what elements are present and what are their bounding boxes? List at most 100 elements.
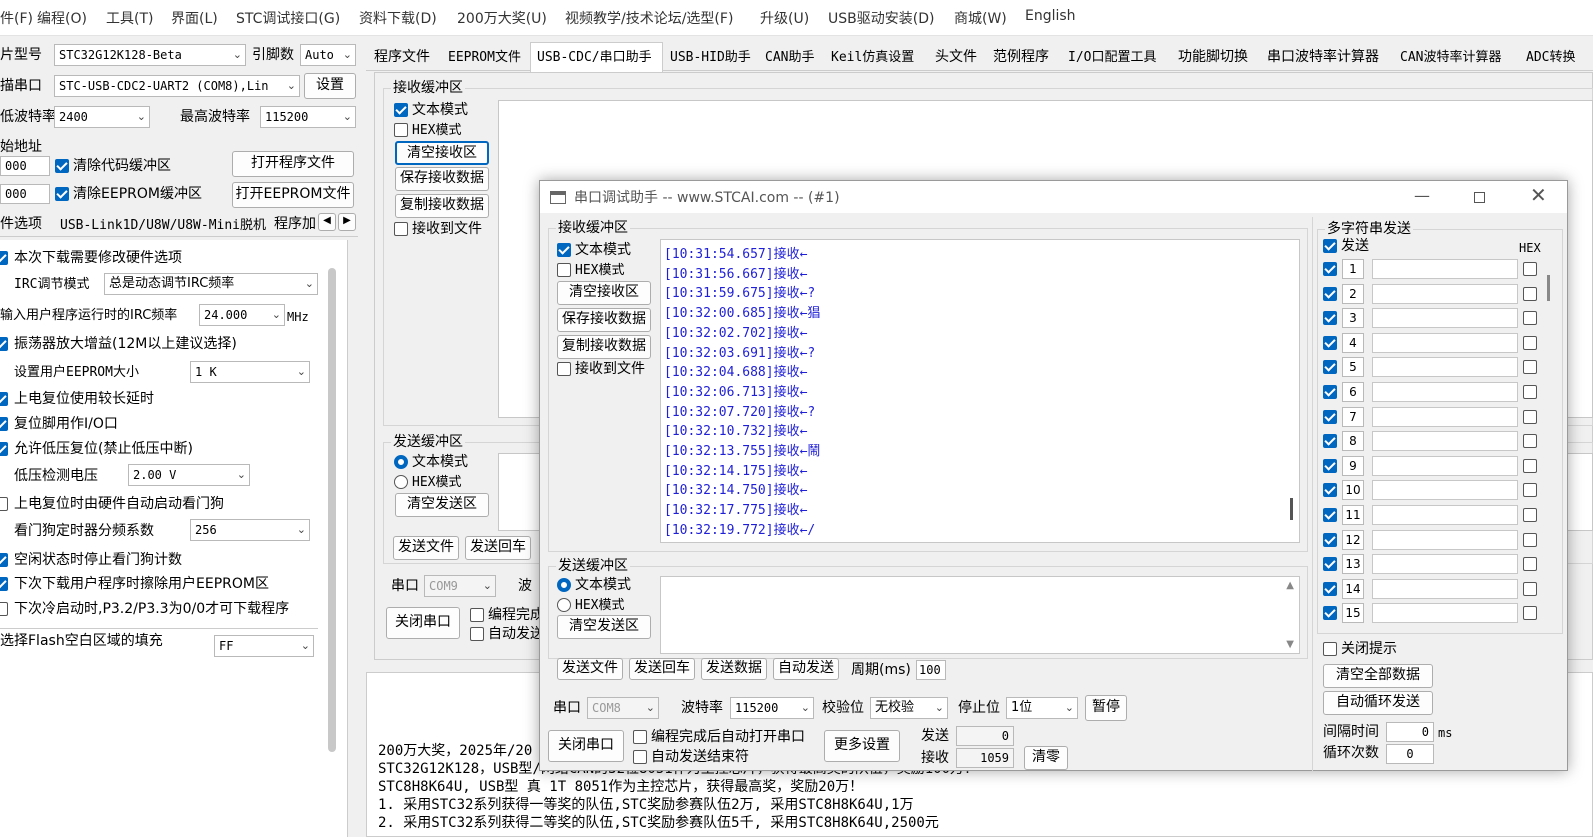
multi-row-checkbox[interactable]: [1323, 508, 1337, 522]
menu-shop[interactable]: 商城(W): [954, 8, 1007, 28]
multi-row-input[interactable]: [1372, 357, 1518, 378]
port-select[interactable]: STC-USB-CDC2-UART2 (COM8),Lin ⌄: [54, 75, 300, 97]
multi-row-checkbox[interactable]: [1323, 262, 1337, 276]
multi-row-hex-checkbox[interactable]: [1523, 483, 1537, 498]
multi-row-input[interactable]: [1372, 554, 1518, 575]
multi-row-number[interactable]: 6: [1342, 382, 1364, 402]
dlg-clear-count-button[interactable]: 清零: [1024, 746, 1068, 770]
multi-row-hex-checkbox[interactable]: [1523, 606, 1537, 621]
idle-wdt-checkbox[interactable]: [0, 553, 8, 567]
multi-row-number[interactable]: 14: [1342, 578, 1364, 599]
clear-code-checkbox[interactable]: [55, 159, 69, 173]
bg-auto-open-checkbox[interactable]: [470, 608, 484, 622]
minimize-icon[interactable]: —: [1414, 187, 1430, 205]
tab-can-baud[interactable]: CAN波特率计算器: [1400, 46, 1501, 65]
multi-row-number[interactable]: 12: [1342, 529, 1364, 550]
irc-freq-select[interactable]: 24.000 ⌄: [199, 304, 285, 326]
dlg-clear-send-button[interactable]: 清空发送区: [557, 615, 651, 639]
dialog-titlebar[interactable]: 串口调试助手 -- www.STCAI.com -- (#1) — ✕: [540, 181, 1567, 213]
interval-input[interactable]: 0: [1386, 722, 1434, 742]
dlg-recv-textarea[interactable]: [10:31:54.657]接收← [10:31:56.667]接收← [10:31…: [660, 239, 1300, 543]
multi-row-checkbox[interactable]: [1323, 335, 1337, 350]
bg-save-recv-button[interactable]: 保存接收数据: [395, 167, 489, 191]
menu-usb-driver[interactable]: USB驱动安装(D): [828, 8, 934, 28]
bg-text-mode-checkbox[interactable]: [394, 103, 408, 117]
close-icon[interactable]: ✕: [1530, 185, 1547, 205]
menu-prize[interactable]: 200万大奖(U): [457, 8, 547, 28]
clear-all-button[interactable]: 清空全部数据: [1323, 664, 1433, 688]
dlg-send-hex-radio[interactable]: [557, 598, 571, 612]
dlg-send-data-button[interactable]: 发送数据: [701, 658, 767, 680]
tab-eeprom-file[interactable]: EEPROM文件: [448, 46, 521, 65]
multi-row-checkbox[interactable]: [1323, 434, 1337, 449]
modify-hw-checkbox[interactable]: [0, 251, 8, 265]
multi-row-hex-checkbox[interactable]: [1523, 434, 1537, 449]
open-program-file-button[interactable]: 打开程序文件: [232, 151, 354, 177]
open-eeprom-file-button[interactable]: 打开EEPROM文件: [232, 182, 354, 208]
subtab-hw-options[interactable]: 件选项: [0, 215, 42, 233]
dlg-send-text-radio[interactable]: [557, 578, 571, 592]
multi-row-checkbox[interactable]: [1323, 409, 1337, 424]
settings-button[interactable]: 设置: [304, 73, 356, 99]
subtab-program-encrypt[interactable]: 程序加: [274, 215, 316, 233]
multi-row-checkbox[interactable]: [1323, 581, 1337, 596]
multi-row-number[interactable]: 3: [1342, 308, 1364, 329]
multi-row-input[interactable]: [1372, 382, 1518, 402]
multi-row-input[interactable]: [1372, 480, 1518, 501]
bg-hex-mode-checkbox[interactable]: [394, 123, 408, 137]
pin-select[interactable]: Auto ⌄: [300, 44, 356, 66]
multi-row-input[interactable]: [1372, 603, 1518, 624]
multi-row-hex-checkbox[interactable]: [1523, 311, 1537, 326]
bg-copy-recv-button[interactable]: 复制接收数据: [395, 194, 489, 218]
dlg-period-input[interactable]: 100: [916, 660, 946, 680]
bg-recv-file-checkbox[interactable]: [394, 222, 408, 236]
loop-count-input[interactable]: 0: [1386, 744, 1434, 764]
multi-row-number[interactable]: 1: [1342, 259, 1364, 279]
multi-row-hex-checkbox[interactable]: [1523, 532, 1537, 547]
multi-row-checkbox[interactable]: [1323, 385, 1337, 399]
multi-row-hex-checkbox[interactable]: [1523, 385, 1537, 399]
tab-usb-hid[interactable]: USB-HID助手: [670, 46, 751, 65]
menu-debug-interface[interactable]: STC调试接口(G): [236, 8, 340, 28]
dlg-text-mode-checkbox[interactable]: [557, 243, 571, 257]
maximize-icon[interactable]: [1474, 192, 1485, 203]
close-hint-checkbox[interactable]: [1323, 642, 1337, 656]
tab-header-file[interactable]: 头文件: [935, 46, 977, 66]
por-delay-checkbox[interactable]: [0, 392, 8, 406]
dlg-close-port-button[interactable]: 关闭串口: [548, 730, 624, 762]
tab-can[interactable]: CAN助手: [765, 46, 814, 65]
multi-row-input[interactable]: [1372, 529, 1518, 550]
wdt-auto-checkbox[interactable]: [0, 497, 8, 511]
bg-send-enter-button[interactable]: 发送回车: [465, 536, 531, 560]
menu-video-forum[interactable]: 视频教学/技术论坛/选型(F): [565, 8, 733, 28]
scroll-up-icon[interactable]: ▲: [1286, 580, 1294, 591]
auto-loop-button[interactable]: 自动循环发送: [1323, 691, 1433, 715]
multi-row-input[interactable]: [1372, 332, 1518, 353]
bg-close-port-button[interactable]: 关闭串口: [386, 607, 460, 639]
multi-row-input[interactable]: [1372, 431, 1518, 452]
multi-row-number[interactable]: 2: [1342, 283, 1364, 304]
multi-row-number[interactable]: 7: [1342, 406, 1364, 427]
erase-eeprom-checkbox[interactable]: [0, 577, 8, 591]
menu-english[interactable]: English: [1025, 8, 1076, 24]
bg-send-text-radio[interactable]: [394, 455, 408, 469]
scroll-down-icon[interactable]: ▼: [1286, 639, 1294, 650]
multi-row-checkbox[interactable]: [1323, 557, 1337, 572]
dlg-save-recv-button[interactable]: 保存接收数据: [557, 308, 651, 332]
multi-row-number[interactable]: 5: [1342, 357, 1364, 378]
dlg-send-textarea[interactable]: ▲ ▼: [660, 576, 1300, 654]
bg-clear-send-button[interactable]: 清空发送区: [395, 493, 489, 517]
multi-send-all-checkbox[interactable]: [1323, 239, 1337, 253]
dlg-send-enter-button[interactable]: 发送回车: [629, 658, 695, 680]
multi-row-number[interactable]: 4: [1342, 332, 1364, 353]
dlg-more-settings-button[interactable]: 更多设置: [824, 730, 900, 762]
multi-row-input[interactable]: [1372, 455, 1518, 476]
multi-row-hex-checkbox[interactable]: [1523, 409, 1537, 424]
multi-row-hex-checkbox[interactable]: [1523, 557, 1537, 572]
bg-clear-recv-button[interactable]: 清空接收区: [395, 141, 489, 165]
dlg-auto-send-button[interactable]: 自动发送: [773, 658, 839, 680]
recv-scrollbar-thumb[interactable]: [1290, 498, 1293, 520]
multi-row-input[interactable]: [1372, 505, 1518, 525]
menu-downloads[interactable]: 资料下载(D): [359, 8, 437, 28]
multi-row-number[interactable]: 10: [1342, 480, 1364, 501]
